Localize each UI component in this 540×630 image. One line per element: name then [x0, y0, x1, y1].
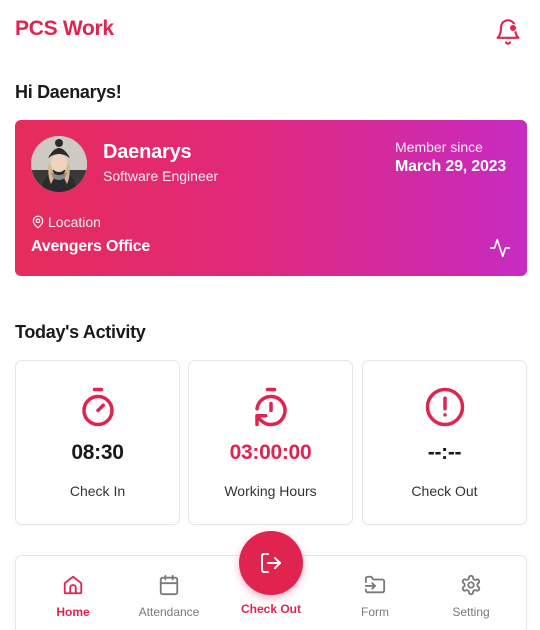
nav-item-form[interactable]: Form [335, 574, 415, 624]
location-pin-icon [32, 215, 44, 229]
check-out-label: Check Out [411, 483, 478, 499]
working-hours-value: 03:00:00 [229, 441, 312, 464]
nav-label-attendance: Attendance [138, 605, 200, 619]
gear-icon [461, 574, 481, 596]
alert-circle-icon [425, 387, 464, 427]
logout-icon [261, 553, 281, 573]
check-in-time: 08:30 [71, 441, 124, 464]
app-header: PCS Work [0, 0, 540, 64]
check-out-card: --:-- Check Out [362, 360, 527, 525]
member-since-label: Member since [395, 139, 483, 155]
home-icon [63, 575, 83, 595]
nav-item-home[interactable]: Home [33, 574, 113, 624]
timer-reset-icon [254, 387, 287, 427]
check-in-card: 08:30 Check In [15, 360, 180, 525]
calendar-icon [159, 574, 179, 596]
activity-pulse-icon[interactable] [487, 237, 513, 259]
stopwatch-icon [81, 387, 114, 427]
app-title: PCS Work [15, 17, 114, 40]
section-title-today-activity: Today's Activity [15, 322, 146, 342]
bell-icon[interactable] [494, 18, 522, 46]
greeting-text: Hi Daenarys! [15, 82, 122, 102]
user-name: Daenarys [103, 141, 192, 163]
avatar[interactable] [31, 136, 87, 192]
check-out-button-label[interactable]: Check Out [221, 602, 321, 616]
location-value: Avengers Office [31, 238, 151, 255]
check-out-time: --:-- [427, 441, 462, 464]
user-role: Software Engineer [103, 168, 219, 184]
member-since-date: March 29, 2023 [395, 158, 507, 175]
nav-item-attendance[interactable]: Attendance [129, 574, 209, 624]
nav-label-setting: Setting [452, 605, 490, 619]
check-in-label: Check In [69, 483, 126, 499]
working-hours-label: Working Hours [224, 483, 317, 499]
notification-dot [509, 24, 517, 32]
location-label: Location [48, 214, 101, 230]
folder-input-icon [364, 575, 386, 594]
check-out-button[interactable] [239, 531, 303, 595]
working-hours-card: 03:00:00 Working Hours [188, 360, 353, 525]
profile-card: Daenarys Software Engineer Member since … [15, 120, 527, 276]
nav-item-setting[interactable]: Setting [431, 574, 511, 624]
nav-label-form: Form [361, 605, 389, 619]
nav-label-home: Home [56, 605, 90, 619]
